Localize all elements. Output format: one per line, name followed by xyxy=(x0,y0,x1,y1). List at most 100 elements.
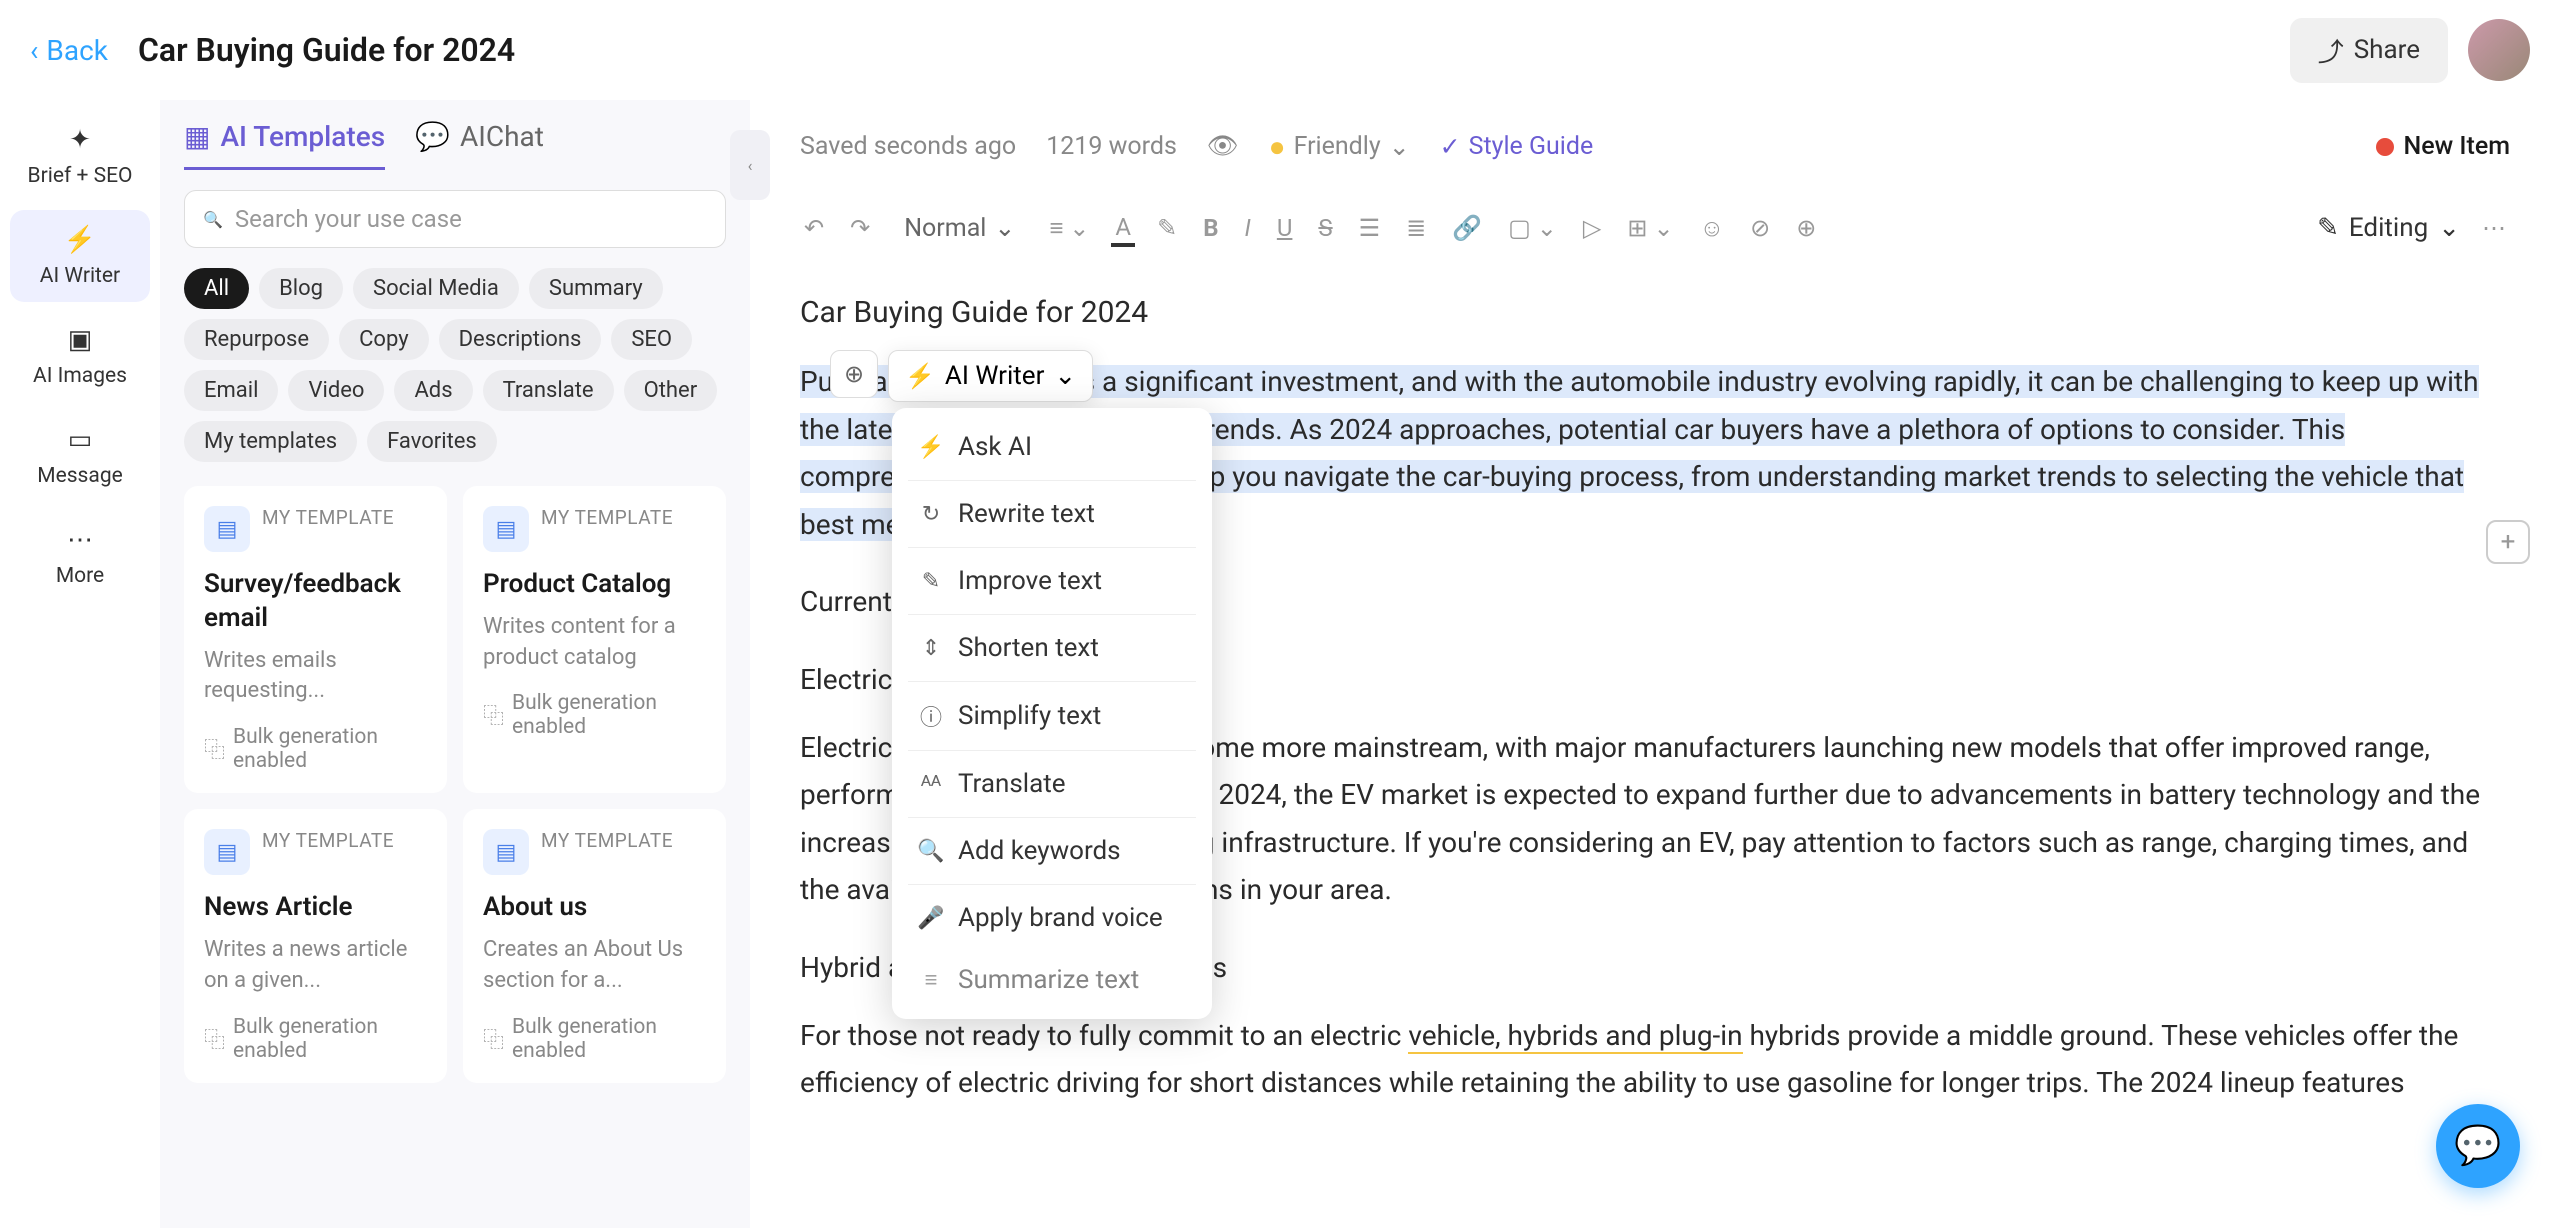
align-button[interactable]: ≡ ⌄ xyxy=(1045,210,1093,247)
template-card[interactable]: ▤ MY TEMPLATE Product Catalog Writes con… xyxy=(463,486,726,793)
nav-label: AI Writer xyxy=(40,264,120,288)
word-count: 1219 words xyxy=(1046,132,1177,161)
search-icon: 🔍 xyxy=(918,839,944,864)
menu-improve[interactable]: ✎ Improve text xyxy=(900,550,1204,612)
template-card[interactable]: ▤ MY TEMPLATE About us Creates an About … xyxy=(463,809,726,1082)
add-comment-button[interactable]: + xyxy=(2486,520,2530,564)
chip-copy[interactable]: Copy xyxy=(339,319,429,360)
ai-add-button[interactable]: ⊕ xyxy=(830,350,878,398)
video-button[interactable]: ▷ xyxy=(1579,210,1605,246)
highlight-button[interactable]: ✎ xyxy=(1153,210,1181,246)
mic-icon: ● xyxy=(1269,130,1286,163)
tab-label: AIChat xyxy=(460,120,544,153)
chip-translate[interactable]: Translate xyxy=(483,370,614,411)
chevron-down-icon: ⌄ xyxy=(2438,213,2460,243)
chevron-down-icon: ⌄ xyxy=(994,213,1015,243)
chip-blog[interactable]: Blog xyxy=(259,268,343,309)
ai-writer-dropdown[interactable]: ⚡ AI Writer ⌄ xyxy=(888,350,1093,402)
copy-icon: ⿻ xyxy=(483,700,504,730)
menu-keywords[interactable]: 🔍 Add keywords xyxy=(900,820,1204,882)
style-guide-link[interactable]: ✓ Style Guide xyxy=(1440,132,1594,162)
chip-repurpose[interactable]: Repurpose xyxy=(184,319,329,360)
chip-email[interactable]: Email xyxy=(184,370,278,411)
back-button[interactable]: ‹ Back xyxy=(30,34,108,67)
card-title: About us xyxy=(483,891,706,925)
chip-video[interactable]: Video xyxy=(288,370,384,411)
menu-summarize[interactable]: ≡ Summarize text xyxy=(900,949,1204,1011)
globe-icon: ᴬᴬ xyxy=(918,771,944,797)
nav-label: Brief + SEO xyxy=(28,164,133,188)
doc-paragraph: For those not ready to fully commit to a… xyxy=(800,1012,2510,1107)
upload-icon: ⤴ xyxy=(2318,32,2344,69)
undo-button[interactable]: ↶ xyxy=(800,210,828,246)
tab-ai-chat[interactable]: 💬 AIChat xyxy=(415,120,544,170)
more-icon: ⋯ xyxy=(64,524,96,556)
bold-button[interactable]: B xyxy=(1199,210,1222,246)
new-item-indicator[interactable]: New Item xyxy=(2376,132,2510,161)
strike-button[interactable]: S xyxy=(1314,210,1336,246)
doc-icon: ▤ xyxy=(483,829,529,875)
redo-button[interactable]: ↷ xyxy=(846,210,874,246)
chat-icon: ▭ xyxy=(64,424,96,456)
refresh-icon: ↻ xyxy=(918,502,944,527)
number-list-button[interactable]: ≣ xyxy=(1402,210,1430,246)
text-color-button[interactable]: A xyxy=(1111,209,1135,247)
image-button[interactable]: ▢ ⌄ xyxy=(1504,210,1561,246)
editor-toolbar: ↶ ↷ Normal ⌄ ≡ ⌄ A ✎ B I U S ☰ ≣ 🔗 ▢ ⌄ ▷… xyxy=(800,193,2510,263)
add-block-button[interactable]: ⊕ xyxy=(1792,210,1820,246)
bullet-list-button[interactable]: ☰ xyxy=(1355,210,1385,246)
chip-descriptions[interactable]: Descriptions xyxy=(439,319,602,360)
nav-label: AI Images xyxy=(33,364,127,388)
search-box[interactable]: 🔍 xyxy=(184,190,726,248)
menu-brand-voice[interactable]: 🎤 Apply brand voice xyxy=(900,887,1204,949)
link-button[interactable]: 🔗 xyxy=(1448,210,1486,246)
search-input[interactable] xyxy=(235,205,707,233)
format-selector[interactable]: Normal ⌄ xyxy=(892,207,1027,249)
italic-button[interactable]: I xyxy=(1241,210,1255,246)
clear-format-button[interactable]: ⊘ xyxy=(1746,210,1774,246)
search-icon: 🔍 xyxy=(203,210,223,229)
nav-message[interactable]: ▭ Message xyxy=(10,410,150,502)
chip-summary[interactable]: Summary xyxy=(529,268,663,309)
tone-selector[interactable]: ● Friendly ⌄ xyxy=(1269,130,1410,163)
nav-ai-images[interactable]: ▣ AI Images xyxy=(10,310,150,402)
chip-all[interactable]: All xyxy=(184,268,249,309)
chat-fab-button[interactable]: 💬 xyxy=(2436,1104,2520,1188)
menu-shorten[interactable]: ⇕ Shorten text xyxy=(900,617,1204,679)
user-avatar[interactable] xyxy=(2468,19,2530,81)
card-desc: Writes a news article on a given... xyxy=(204,935,427,997)
editing-mode[interactable]: ✎ Editing ⌄ xyxy=(2317,213,2460,243)
chip-favorites[interactable]: Favorites xyxy=(367,421,497,462)
underline-button[interactable]: U xyxy=(1273,210,1297,246)
emoji-button[interactable]: ☺ xyxy=(1696,210,1729,247)
chip-seo[interactable]: SEO xyxy=(611,319,692,360)
ai-context-menu: ⚡ Ask AI ↻ Rewrite text ✎ Improve text ⇕… xyxy=(892,408,1212,1019)
chip-ads[interactable]: Ads xyxy=(394,370,472,411)
nav-more[interactable]: ⋯ More xyxy=(10,510,150,602)
share-button[interactable]: ⤴ Share xyxy=(2290,18,2448,83)
template-card[interactable]: ▤ MY TEMPLATE Survey/feedback email Writ… xyxy=(184,486,447,793)
copy-icon: ⿻ xyxy=(204,1024,225,1054)
chip-social-media[interactable]: Social Media xyxy=(353,268,519,309)
table-button[interactable]: ⊞ ⌄ xyxy=(1623,210,1677,246)
tab-label: AI Templates xyxy=(220,120,385,153)
card-title: News Article xyxy=(204,891,427,925)
template-card[interactable]: ▤ MY TEMPLATE News Article Writes a news… xyxy=(184,809,447,1082)
visibility-icon[interactable]: 👁 xyxy=(1207,132,1239,161)
nav-brief-seo[interactable]: ✦ Brief + SEO xyxy=(10,110,150,202)
nav-ai-writer[interactable]: ⚡ AI Writer xyxy=(10,210,150,302)
chip-other[interactable]: Other xyxy=(624,370,718,411)
document-title: Car Buying Guide for 2024 xyxy=(138,31,515,69)
card-footer: ⿻ Bulk generation enabled xyxy=(483,691,706,739)
menu-ask-ai[interactable]: ⚡ Ask AI xyxy=(900,416,1204,478)
tab-ai-templates[interactable]: ▦ AI Templates xyxy=(184,120,385,170)
chip-my-templates[interactable]: My templates xyxy=(184,421,357,462)
menu-simplify[interactable]: ⓘ Simplify text xyxy=(900,684,1204,748)
chevron-down-icon: ⌄ xyxy=(1054,361,1076,391)
target-icon: ✦ xyxy=(64,124,96,156)
more-toolbar-button[interactable]: ⋯ xyxy=(2478,210,2510,246)
compress-icon: ⇕ xyxy=(918,636,944,661)
menu-rewrite[interactable]: ↻ Rewrite text xyxy=(900,483,1204,545)
menu-translate[interactable]: ᴬᴬ Translate xyxy=(900,753,1204,815)
templates-sidebar: ▦ AI Templates 💬 AIChat 🔍 All Blog Socia… xyxy=(160,100,750,1228)
